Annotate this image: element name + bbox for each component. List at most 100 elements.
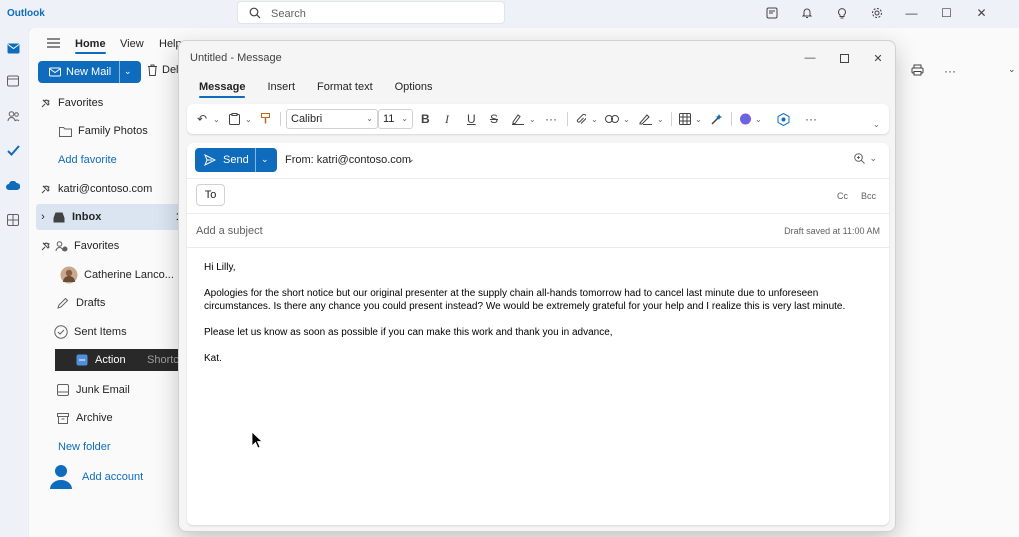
add-account-button[interactable]: Add account xyxy=(48,462,194,492)
hamburger-menu-icon[interactable] xyxy=(47,38,60,48)
chevron-down-icon[interactable]: ⌄ xyxy=(529,111,536,127)
bold-icon[interactable]: B xyxy=(421,111,430,127)
link-icon[interactable] xyxy=(605,111,619,127)
minimize-icon[interactable]: — xyxy=(894,4,929,22)
pin-icon xyxy=(38,182,52,196)
send-icon xyxy=(204,154,216,166)
chevron-down-icon[interactable]: ⌄ xyxy=(213,111,220,127)
title-bar: Outlook Search — ☐ ✕ xyxy=(0,0,1019,28)
from-selector[interactable]: From: katri@contoso.com xyxy=(285,154,411,166)
more-options-icon[interactable]: ··· xyxy=(944,64,956,78)
trash-icon xyxy=(148,64,157,76)
tab-view[interactable]: View xyxy=(120,38,144,50)
chevron-down-icon[interactable]: ⌄ xyxy=(623,111,630,127)
chevron-down-icon[interactable]: ⌄ xyxy=(657,111,664,127)
onedrive-icon[interactable] xyxy=(5,177,21,193)
split-divider xyxy=(255,148,256,172)
new-mail-button[interactable]: New Mail ⌄ xyxy=(38,61,141,83)
highlight-icon[interactable] xyxy=(511,111,525,127)
more-options-icon[interactable]: ··· xyxy=(805,111,817,127)
tab-home[interactable]: Home xyxy=(75,38,106,54)
body-paragraph: Apologies for the short notice but our o… xyxy=(204,288,846,312)
folder-icon xyxy=(58,124,72,138)
undo-icon[interactable]: ↶ xyxy=(197,111,207,127)
account-header[interactable]: katri@contoso.com xyxy=(38,176,184,202)
folder-label: Drafts xyxy=(76,297,106,309)
chevron-down-icon[interactable]: ⌄ xyxy=(1008,64,1016,75)
tab-message[interactable]: Message xyxy=(199,81,246,98)
editor-sparkle-icon[interactable] xyxy=(711,111,723,127)
zoom-button[interactable]: ⌄ xyxy=(854,153,877,164)
calendar-icon[interactable] xyxy=(5,73,21,89)
maximize-icon[interactable] xyxy=(829,47,859,69)
action-folder-icon xyxy=(75,353,89,367)
pin-icon xyxy=(38,96,52,110)
favorites-group[interactable]: Favorites xyxy=(38,233,184,259)
favorites-label: Favorites xyxy=(58,97,104,109)
search-box[interactable]: Search xyxy=(237,1,505,24)
minimize-icon[interactable]: — xyxy=(795,47,825,69)
paste-icon[interactable] xyxy=(229,111,240,127)
todo-check-icon[interactable] xyxy=(5,142,21,158)
more-options-icon[interactable]: ··· xyxy=(545,111,557,127)
strikethrough-icon[interactable]: S xyxy=(490,111,498,127)
pin-icon xyxy=(38,239,52,253)
chevron-down-icon: ⌄ xyxy=(401,114,408,123)
delete-button[interactable]: Del xyxy=(147,64,179,76)
compose-window[interactable]: Untitled - Message — ✕ Message Insert Fo… xyxy=(178,40,896,532)
viva-insights-icon[interactable] xyxy=(777,111,790,127)
favorites-header[interactable]: Favorites xyxy=(38,90,184,116)
bell-icon[interactable] xyxy=(789,4,824,22)
people-icon[interactable] xyxy=(5,108,21,124)
chevron-down-icon[interactable]: ⌄ xyxy=(755,111,762,127)
chevron-down-icon[interactable]: ⌄ xyxy=(261,154,269,165)
chevron-down-icon[interactable]: ⌄ xyxy=(695,111,702,127)
lightbulb-icon[interactable] xyxy=(824,4,859,22)
send-button[interactable]: Send ⌄ xyxy=(195,148,277,172)
body-paragraph: Please let us know as soon as possible i… xyxy=(204,327,613,338)
tab-format-text[interactable]: Format text xyxy=(317,81,373,93)
format-painter-icon[interactable] xyxy=(261,111,270,127)
print-icon[interactable] xyxy=(911,64,924,79)
cc-button[interactable]: Cc xyxy=(837,191,848,201)
close-icon[interactable]: ✕ xyxy=(964,4,999,22)
folder-action-dragging[interactable]: Action Shortc xyxy=(55,349,178,371)
mail-icon[interactable] xyxy=(5,40,21,56)
font-name-select[interactable]: Calibri ⌄ xyxy=(286,109,378,129)
toolbar-divider xyxy=(671,112,672,126)
gear-icon[interactable] xyxy=(859,4,894,22)
chevron-right-icon[interactable]: › xyxy=(36,210,50,224)
copilot-icon[interactable] xyxy=(739,111,752,127)
attach-icon[interactable] xyxy=(575,111,586,127)
table-icon[interactable] xyxy=(679,111,691,127)
underline-icon[interactable]: U xyxy=(467,111,476,127)
apps-grid-icon[interactable] xyxy=(5,212,21,228)
notes-icon[interactable] xyxy=(754,4,789,22)
tab-insert[interactable]: Insert xyxy=(267,81,295,93)
chevron-down-icon[interactable]: ⌄ xyxy=(873,116,880,132)
folder-inbox[interactable]: › Inbox 14 xyxy=(36,204,178,230)
chevron-down-icon[interactable]: ⌄ xyxy=(245,111,252,127)
formatting-toolbar: ↶ ⌄ ⌄ Calibri ⌄ 11 ⌄ B I U S ⌄ ··· ⌄ ⌄ ⌄… xyxy=(187,104,889,134)
chevron-down-icon[interactable]: ⌄ xyxy=(591,111,598,127)
send-label: Send xyxy=(223,154,249,166)
tab-options[interactable]: Options xyxy=(395,81,433,93)
italic-icon[interactable]: I xyxy=(445,111,449,127)
to-button[interactable]: To xyxy=(196,184,225,206)
compose-tabs: Message Insert Format text Options xyxy=(199,81,455,98)
bcc-button[interactable]: Bcc xyxy=(861,191,876,201)
subject-input[interactable]: Add a subject xyxy=(196,225,263,237)
close-icon[interactable]: ✕ xyxy=(863,47,893,69)
chevron-down-icon[interactable]: ⌄ xyxy=(124,66,132,77)
mail-compose-card: Send ⌄ From: katri@contoso.com ⌄ ⌄ To Cc… xyxy=(187,143,889,525)
app-title: Outlook xyxy=(7,8,45,19)
search-icon xyxy=(249,7,261,19)
font-size-select[interactable]: 11 ⌄ xyxy=(378,109,413,129)
signature-icon[interactable] xyxy=(639,111,653,127)
chevron-down-icon[interactable]: ⌄ xyxy=(407,154,415,165)
search-input[interactable]: Search xyxy=(271,8,306,20)
message-body[interactable]: Hi Lilly, Apologies for the short notice… xyxy=(204,261,874,378)
folder-label: Archive xyxy=(76,412,113,424)
draft-saved-status: Draft saved at 11:00 AM xyxy=(784,226,880,236)
maximize-icon[interactable]: ☐ xyxy=(929,4,964,22)
